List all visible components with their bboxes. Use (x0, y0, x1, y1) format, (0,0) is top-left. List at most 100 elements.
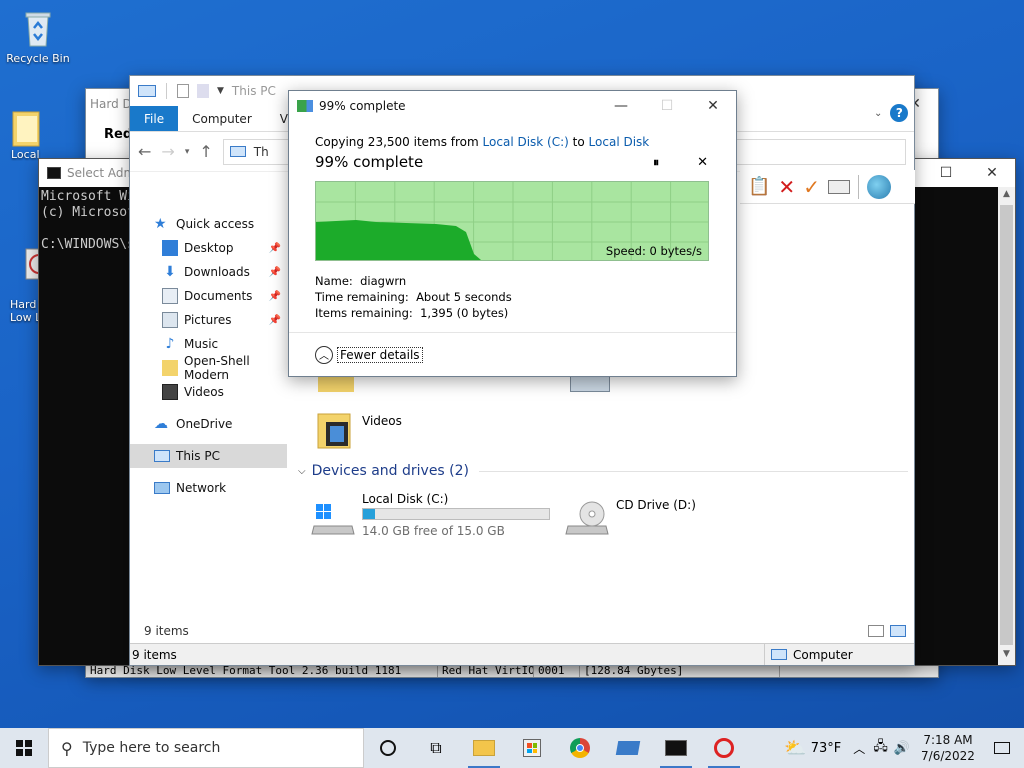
outer-status-bar: 9 items Computer (130, 643, 914, 665)
task-view-button[interactable]: ⧉ (412, 728, 460, 768)
cancel-copy-icon[interactable]: ✕ (697, 155, 708, 170)
drive-c[interactable]: Local Disk (C:) 14.0 GB free of 15.0 GB (310, 492, 570, 544)
taskbar-search-box[interactable]: ⚲ Type here to search (48, 728, 364, 768)
maximize-icon[interactable]: ☐ (644, 91, 690, 121)
location-panel: Computer (764, 644, 914, 665)
sidebar-item-network[interactable]: Network (130, 476, 287, 500)
delete-icon[interactable]: ✕ (778, 175, 795, 199)
taskbar-cmd[interactable] (652, 728, 700, 768)
fewer-details-button[interactable]: ︿ Fewer details (315, 345, 423, 364)
scrollbar[interactable]: ▲ ▼ (998, 187, 1015, 665)
up-arrow-icon[interactable]: ↑ (199, 142, 212, 161)
desktop-icon-recycle-bin[interactable]: Recycle Bin (0, 8, 76, 65)
network-icon[interactable]: 🖧 (873, 737, 888, 759)
large-icons-view-icon[interactable] (890, 625, 906, 637)
weather-temp[interactable]: 73°F (811, 741, 842, 756)
computer-icon (771, 649, 787, 660)
window-title: Hard Di (90, 97, 136, 111)
taskbar-file-explorer[interactable] (460, 728, 508, 768)
hdd-tool-icon (714, 738, 734, 758)
sidebar-item-desktop[interactable]: Desktop 📌 (130, 236, 287, 260)
sidebar-item-documents[interactable]: Documents 📌 (130, 284, 287, 308)
back-arrow-icon[interactable]: ← (138, 142, 151, 161)
sidebar-item-onedrive[interactable]: ☁ OneDrive (130, 412, 287, 436)
volume-icon[interactable]: 🔊 (894, 741, 910, 756)
minimize-icon[interactable]: — (598, 91, 644, 121)
sidebar-item-quick-access[interactable]: ★ Quick access (130, 212, 287, 236)
scroll-up-icon[interactable]: ▲ (998, 189, 1015, 205)
taskbar-chrome[interactable] (556, 728, 604, 768)
chevron-up-icon: ︿ (315, 345, 333, 364)
copy-summary: Copying 23,500 items from Local Disk (C:… (315, 135, 710, 149)
scroll-down-icon[interactable]: ▼ (998, 649, 1015, 665)
forward-arrow-icon[interactable]: → (161, 142, 174, 161)
copy-progress-dialog[interactable]: 99% complete — ☐ ✕ Copying 23,500 items … (288, 90, 737, 377)
clipboard-icon[interactable]: 📋 (748, 176, 770, 197)
videos-folder-icon[interactable] (316, 410, 354, 450)
devices-group-header[interactable]: ⌵ Devices and drives (2) (298, 463, 908, 479)
desktop-icon-local[interactable]: Local (0, 108, 44, 161)
this-pc-icon (138, 85, 156, 97)
taskbar-remote[interactable] (604, 728, 652, 768)
close-icon[interactable]: ✕ (969, 159, 1015, 188)
name-value: diagwrn (360, 274, 407, 288)
sidebar-item-this-pc[interactable]: This PC (130, 444, 287, 468)
recent-locations-icon[interactable]: ▾ (185, 147, 190, 157)
clock[interactable]: 7:18 AM 7/6/2022 (916, 732, 980, 764)
properties-icon[interactable] (177, 84, 189, 98)
checkmark-icon[interactable]: ✓ (803, 175, 820, 199)
sidebar-item-label: Documents (184, 289, 253, 303)
new-folder-icon[interactable] (197, 84, 209, 98)
tab-computer[interactable]: Computer (178, 106, 266, 131)
drive-d[interactable]: CD Drive (D:) (564, 494, 764, 544)
sidebar-item-label: Open-Shell Modern (184, 354, 250, 382)
cd-drive-icon (564, 500, 610, 538)
notifications-button[interactable] (980, 728, 1024, 768)
cortana-icon (380, 740, 396, 756)
pictures-icon (162, 312, 178, 328)
sidebar-item-label: This PC (176, 449, 220, 463)
pin-icon[interactable]: 📌 (269, 267, 281, 278)
close-icon[interactable]: ✕ (690, 91, 736, 121)
clock-time: 7:18 AM (923, 733, 973, 747)
taskbar-hdd-tool[interactable] (700, 728, 748, 768)
chevron-up-icon[interactable]: ︿ (853, 740, 865, 757)
items-label: Items remaining: (315, 306, 413, 320)
weather-icon[interactable]: ⛅ (784, 738, 806, 759)
pause-icon[interactable]: ⏸ (653, 155, 659, 170)
time-row: Time remaining: About 5 seconds (315, 289, 710, 305)
network-icon (154, 482, 170, 494)
tab-file[interactable]: File (130, 106, 179, 131)
desktop-icon-label: Recycle Bin (6, 52, 70, 65)
videos-label[interactable]: Videos (362, 414, 402, 428)
windows-logo-icon (16, 740, 32, 756)
file-explorer-icon (473, 740, 495, 756)
details-view-icon[interactable] (868, 625, 884, 637)
source-link[interactable]: Local Disk (C:) (483, 135, 569, 149)
card-icon[interactable] (827, 179, 850, 194)
sidebar-item-music[interactable]: ♪ Music (130, 332, 287, 356)
help-icon[interactable]: ? (890, 104, 909, 122)
dialog-title-bar[interactable]: 99% complete — ☐ ✕ (289, 91, 736, 121)
quick-access-dropdown-icon[interactable]: ▼ (217, 86, 224, 96)
scroll-thumb[interactable] (1000, 205, 1013, 645)
sidebar-item-videos[interactable]: Videos (130, 380, 287, 404)
pin-icon[interactable]: 📌 (269, 315, 281, 326)
sidebar-item-label: Network (176, 481, 227, 495)
sidebar-item-downloads[interactable]: ⬇ Downloads 📌 (130, 260, 287, 284)
globe-icon[interactable] (866, 174, 891, 199)
destination-link[interactable]: Local Disk (589, 135, 650, 149)
maximize-icon[interactable]: ☐ (923, 159, 969, 188)
item-count: 9 items (144, 624, 189, 638)
copy-prefix: Copying 23,500 items from (315, 135, 479, 149)
taskbar-store[interactable] (508, 728, 556, 768)
sidebar-item-pictures[interactable]: Pictures 📌 (130, 308, 287, 332)
pin-icon[interactable]: 📌 (269, 243, 281, 254)
cortana-button[interactable] (364, 728, 412, 768)
expand-ribbon-icon[interactable]: ⌄ (874, 108, 882, 119)
start-button[interactable] (0, 728, 48, 768)
desktop-icon-hdd-tool[interactable]: Hard Low L (0, 206, 40, 337)
pin-icon[interactable]: 📌 (269, 291, 281, 302)
sidebar-item-label: Videos (184, 385, 224, 399)
sidebar-item-open-shell[interactable]: Open-Shell Modern (130, 354, 287, 382)
